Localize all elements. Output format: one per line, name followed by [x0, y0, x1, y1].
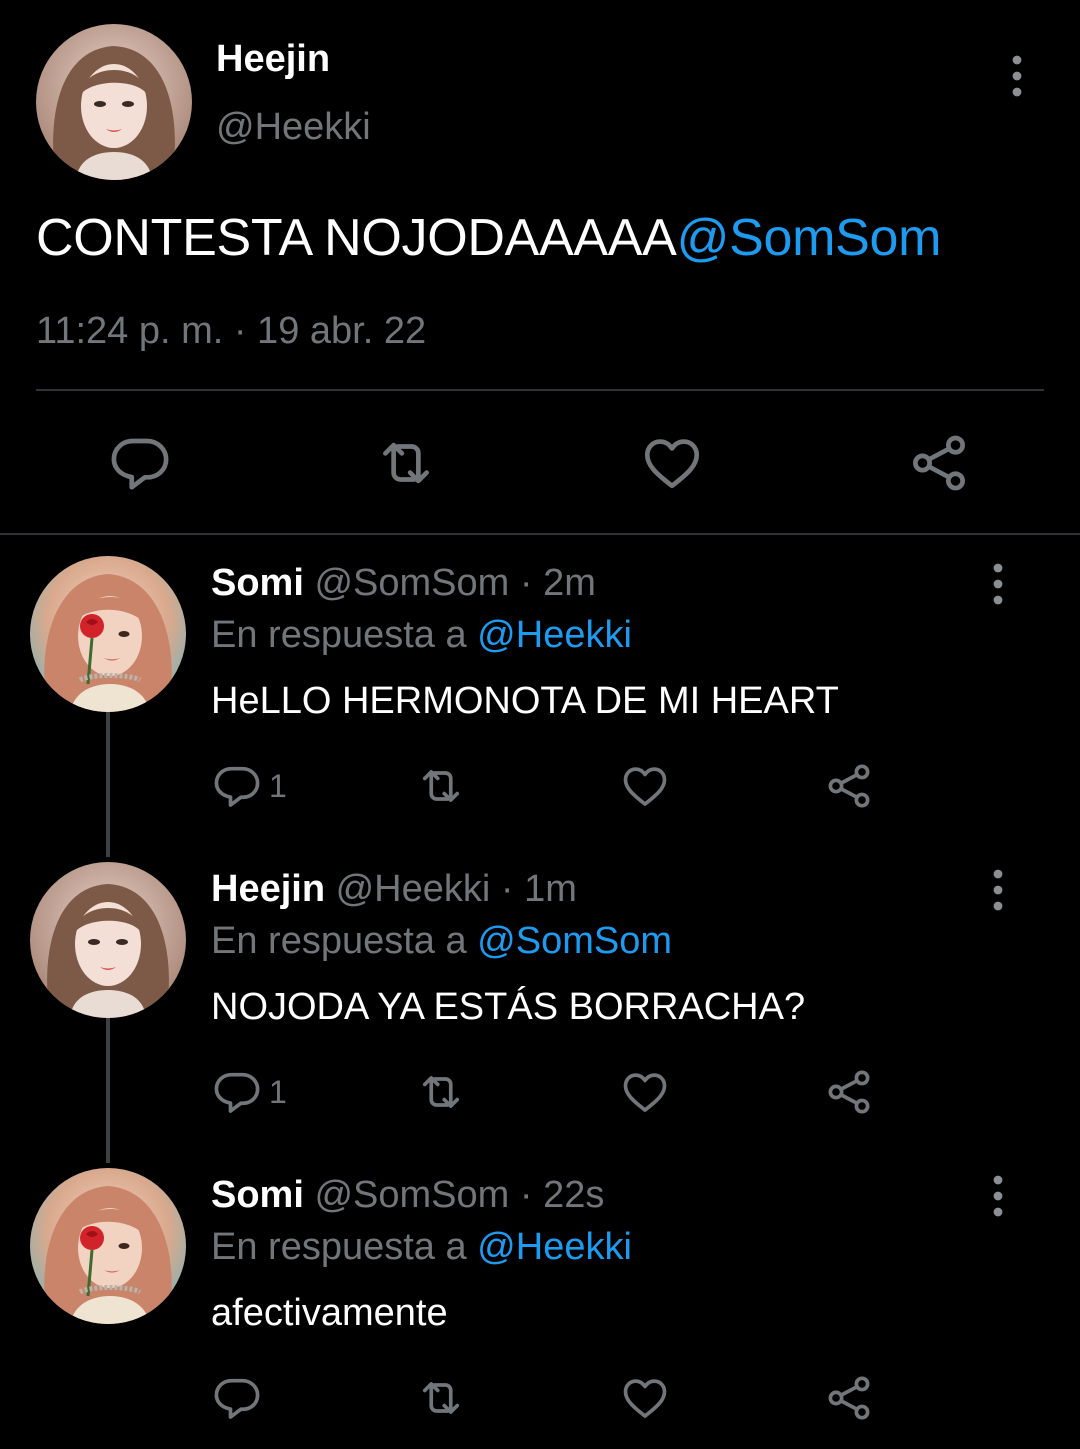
reply-prefix: En respuesta a [211, 1226, 467, 1268]
author-name[interactable]: Somi [211, 562, 304, 604]
reply-count: 1 [269, 1073, 287, 1110]
author-name[interactable]: Somi [211, 1174, 304, 1216]
reply-header: Somi @SomSom · 2m [211, 562, 596, 605]
author-handle[interactable]: @Heekki [216, 106, 371, 149]
share-button[interactable] [823, 1067, 875, 1117]
tweet-actions: 1 [211, 761, 911, 811]
retweet-button[interactable] [415, 1373, 467, 1423]
reply-button[interactable]: 1 [211, 761, 287, 811]
mention-link[interactable]: @SomSom [677, 209, 942, 267]
more-options-icon[interactable] [984, 868, 1012, 912]
avatar[interactable] [30, 862, 186, 1018]
author-name[interactable]: Heejin [211, 868, 325, 910]
reply-tweet[interactable]: Somi @SomSom · 2m En respuesta a @Heekki… [0, 556, 1080, 856]
tweet-text: NOJODA YA ESTÁS BORRACHA? [211, 986, 806, 1028]
reply-button[interactable]: 1 [211, 1067, 287, 1117]
reply-button[interactable] [107, 430, 173, 496]
section-divider [0, 533, 1080, 535]
avatar[interactable] [30, 556, 186, 712]
more-options-icon[interactable] [1002, 54, 1032, 98]
main-tweet: Heejin @Heekki CONTESTA NOJODAAAAA@SomSo… [0, 0, 1080, 530]
like-button[interactable] [619, 1067, 671, 1117]
reply-tweet[interactable]: Heejin @Heekki · 1m En respuesta a @SomS… [0, 862, 1080, 1162]
author-name[interactable]: Heejin [216, 38, 330, 81]
reply-time[interactable]: 2m [543, 562, 596, 604]
tweet-actions [0, 430, 1080, 496]
tweet-text: CONTESTA NOJODAAAAA@SomSom [36, 208, 941, 268]
retweet-button[interactable] [415, 761, 467, 811]
tweet-text: afectivamente [211, 1292, 448, 1334]
tweet-body: CONTESTA NOJODAAAAA [36, 209, 677, 267]
reply-context: En respuesta a @Heekki [211, 1226, 632, 1269]
separator: · [500, 868, 514, 910]
author-handle[interactable]: @Heekki [336, 868, 491, 910]
reply-count: 1 [269, 767, 287, 804]
tweet-actions: 1 [211, 1067, 911, 1117]
share-button[interactable] [823, 1373, 875, 1423]
reply-prefix: En respuesta a [211, 614, 467, 656]
separator: · [519, 1174, 533, 1216]
more-options-icon[interactable] [984, 1174, 1012, 1218]
avatar[interactable] [30, 1168, 186, 1324]
like-button[interactable] [619, 1373, 671, 1423]
retweet-button[interactable] [415, 1067, 467, 1117]
reply-context: En respuesta a @SomSom [211, 920, 672, 963]
like-button[interactable] [639, 430, 705, 496]
reply-header: Heejin @Heekki · 1m [211, 868, 577, 911]
author-handle[interactable]: @SomSom [314, 1174, 509, 1216]
mention-link[interactable]: @Heekki [477, 1226, 632, 1268]
avatar[interactable] [36, 24, 192, 180]
reply-header: Somi @SomSom · 22s [211, 1174, 604, 1217]
like-button[interactable] [619, 761, 671, 811]
reply-tweet[interactable]: Somi @SomSom · 22s En respuesta a @Heekk… [0, 1168, 1080, 1449]
reply-prefix: En respuesta a [211, 920, 467, 962]
divider [36, 389, 1044, 391]
tweet-text: HeLLO HERMONOTA DE MI HEART [211, 680, 839, 722]
separator: · [519, 562, 533, 604]
more-options-icon[interactable] [984, 562, 1012, 606]
reply-button[interactable] [211, 1373, 269, 1423]
share-button[interactable] [906, 430, 972, 496]
retweet-button[interactable] [373, 430, 439, 496]
tweet-timestamp[interactable]: 11:24 p. m. · 19 abr. 22 [36, 310, 426, 353]
author-handle[interactable]: @SomSom [314, 562, 509, 604]
reply-time[interactable]: 22s [543, 1174, 604, 1216]
mention-link[interactable]: @Heekki [477, 614, 632, 656]
reply-time[interactable]: 1m [524, 868, 577, 910]
mention-link[interactable]: @SomSom [477, 920, 672, 962]
tweet-actions [211, 1373, 911, 1423]
reply-context: En respuesta a @Heekki [211, 614, 632, 657]
share-button[interactable] [823, 761, 875, 811]
